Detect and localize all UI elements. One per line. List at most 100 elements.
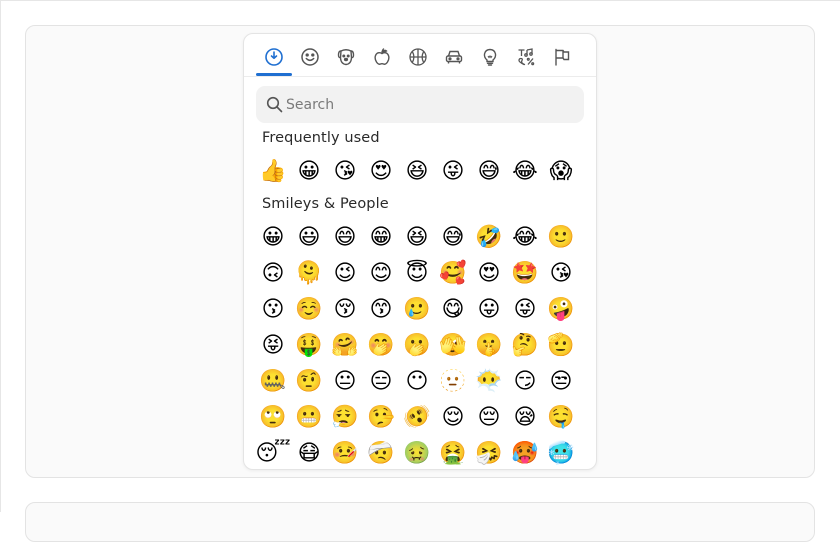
emoji-button[interactable]: 😋 bbox=[435, 294, 471, 326]
emoji-button[interactable]: 🫠 bbox=[291, 258, 327, 290]
emoji-button[interactable]: 😙 bbox=[363, 294, 399, 326]
emoji-button[interactable]: 😘 bbox=[543, 258, 579, 290]
smileys-row: 😗 ☺️ 😚 😙 🥲 😋 😛 😜 🤪 bbox=[255, 294, 595, 326]
active-tab-indicator bbox=[256, 73, 292, 76]
tab-food[interactable] bbox=[364, 42, 400, 72]
emoji-button[interactable]: 😚 bbox=[327, 294, 363, 326]
emoji-button[interactable]: 😱 bbox=[543, 156, 579, 188]
smiley-icon bbox=[301, 48, 319, 66]
emoji-button[interactable]: 😄 bbox=[327, 222, 363, 254]
emoji-button[interactable]: 😑 bbox=[363, 366, 399, 398]
emoji-button[interactable]: 🤨 bbox=[291, 366, 327, 398]
emoji-button[interactable]: 🙂 bbox=[543, 222, 579, 254]
emoji-button[interactable]: 😊 bbox=[363, 258, 399, 290]
emoji-button[interactable]: 🤩 bbox=[507, 258, 543, 290]
smileys-row: 😀 😃 😄 😁 😆 😅 🤣 😂 🙂 bbox=[255, 222, 595, 254]
secondary-panel bbox=[25, 502, 815, 542]
emoji-button[interactable]: 🙄 bbox=[255, 402, 291, 434]
emoji-button[interactable]: 😝 bbox=[255, 330, 291, 362]
smileys-row: 😝 🤑 🤗 🤭 🫢 🫣 🤫 🤔 🫡 bbox=[255, 330, 595, 362]
tab-symbols[interactable] bbox=[508, 42, 544, 72]
emoji-button[interactable]: 🫨 bbox=[399, 402, 435, 434]
emoji-button[interactable]: 😂 bbox=[507, 222, 543, 254]
lightbulb-icon bbox=[483, 48, 497, 66]
emoji-button[interactable]: 😂 bbox=[507, 156, 543, 188]
emoji-button[interactable]: 😌 bbox=[435, 402, 471, 434]
emoji-button[interactable]: 😗 bbox=[255, 294, 291, 326]
emoji-button[interactable]: 🤧 bbox=[471, 438, 507, 469]
emoji-button[interactable]: 😛 bbox=[471, 294, 507, 326]
emoji-button[interactable]: 😃 bbox=[291, 222, 327, 254]
search-box[interactable] bbox=[256, 86, 584, 123]
tab-objects[interactable] bbox=[472, 42, 508, 72]
emoji-button[interactable]: 🤮 bbox=[435, 438, 471, 469]
emoji-button[interactable]: 😔 bbox=[471, 402, 507, 434]
emoji-button[interactable]: 🤥 bbox=[363, 402, 399, 434]
smileys-row: 🙃 🫠 😉 😊 😇 🥰 😍 🤩 😘 bbox=[255, 258, 595, 290]
emoji-button[interactable]: 😍 bbox=[363, 156, 399, 188]
emoji-button[interactable]: 😬 bbox=[291, 402, 327, 434]
emoji-button[interactable]: 😘 bbox=[327, 156, 363, 188]
emoji-button[interactable]: 😜 bbox=[435, 156, 471, 188]
emoji-button[interactable]: 🥶 bbox=[543, 438, 579, 469]
emoji-button[interactable]: ☺️ bbox=[291, 294, 327, 326]
emoji-button[interactable]: 😐 bbox=[327, 366, 363, 398]
car-icon bbox=[445, 50, 463, 64]
emoji-button[interactable]: 🤣 bbox=[471, 222, 507, 254]
emoji-button[interactable]: 😴 bbox=[255, 438, 291, 469]
category-bar bbox=[244, 34, 596, 77]
emoji-picker: Frequently used 👍 😀 😘 😍 😆 😜 😅 😂 😱 Smiley… bbox=[243, 33, 597, 470]
emoji-button[interactable]: 😶‍🌫️ bbox=[471, 366, 507, 398]
emoji-button[interactable]: 😆 bbox=[399, 156, 435, 188]
emoji-button[interactable]: 😏 bbox=[507, 366, 543, 398]
tab-flags[interactable] bbox=[544, 42, 580, 72]
emoji-button[interactable]: 🤒 bbox=[327, 438, 363, 469]
emoji-button[interactable]: 😇 bbox=[399, 258, 435, 290]
emoji-button[interactable]: 😍 bbox=[471, 258, 507, 290]
emoji-button[interactable]: 🥲 bbox=[399, 294, 435, 326]
emoji-button[interactable]: 😷 bbox=[291, 438, 327, 469]
emoji-button[interactable]: 😮‍💨 bbox=[327, 402, 363, 434]
emoji-button[interactable]: 🫢 bbox=[399, 330, 435, 362]
emoji-button[interactable]: 😅 bbox=[471, 156, 507, 188]
tab-recent[interactable] bbox=[256, 42, 292, 72]
section-title-frequent: Frequently used bbox=[262, 130, 380, 146]
emoji-button[interactable]: 🤢 bbox=[399, 438, 435, 469]
emoji-button[interactable]: 🥵 bbox=[507, 438, 543, 469]
tab-smileys[interactable] bbox=[292, 42, 328, 72]
emoji-button[interactable]: 😁 bbox=[363, 222, 399, 254]
emoji-button[interactable]: 🤪 bbox=[543, 294, 579, 326]
emoji-button[interactable]: 🤗 bbox=[327, 330, 363, 362]
emoji-button[interactable]: 😶 bbox=[399, 366, 435, 398]
search-icon bbox=[266, 96, 283, 113]
tab-animals[interactable] bbox=[328, 42, 364, 72]
emoji-button[interactable]: 😪 bbox=[507, 402, 543, 434]
emoji-button[interactable]: 😜 bbox=[507, 294, 543, 326]
emoji-button[interactable]: 🤑 bbox=[291, 330, 327, 362]
emoji-button[interactable]: 🫥 bbox=[435, 366, 471, 398]
emoji-button[interactable]: 🤤 bbox=[543, 402, 579, 434]
emoji-button[interactable]: 👍 bbox=[255, 156, 291, 188]
search-input[interactable] bbox=[286, 86, 576, 123]
tab-activity[interactable] bbox=[400, 42, 436, 72]
smileys-row: 😴 😷 🤒 🤕 🤢 🤮 🤧 🥵 🥶 bbox=[255, 438, 595, 469]
emoji-button[interactable]: 🤐 bbox=[255, 366, 291, 398]
dog-icon bbox=[337, 49, 355, 66]
smileys-row: 🤐 🤨 😐 😑 😶 🫥 😶‍🌫️ 😏 😒 bbox=[255, 366, 595, 398]
emoji-button[interactable]: 🫣 bbox=[435, 330, 471, 362]
emoji-button[interactable]: 🤔 bbox=[507, 330, 543, 362]
emoji-button[interactable]: 😒 bbox=[543, 366, 579, 398]
emoji-button[interactable]: 😉 bbox=[327, 258, 363, 290]
emoji-button[interactable]: 😀 bbox=[255, 222, 291, 254]
emoji-button[interactable]: 🤕 bbox=[363, 438, 399, 469]
emoji-button[interactable]: 🫡 bbox=[543, 330, 579, 362]
clock-icon bbox=[265, 48, 283, 66]
emoji-button[interactable]: 🥰 bbox=[435, 258, 471, 290]
emoji-button[interactable]: 😅 bbox=[435, 222, 471, 254]
emoji-button[interactable]: 🙃 bbox=[255, 258, 291, 290]
emoji-button[interactable]: 🤫 bbox=[471, 330, 507, 362]
emoji-button[interactable]: 🤭 bbox=[363, 330, 399, 362]
emoji-button[interactable]: 😀 bbox=[291, 156, 327, 188]
tab-travel[interactable] bbox=[436, 42, 472, 72]
emoji-button[interactable]: 😆 bbox=[399, 222, 435, 254]
